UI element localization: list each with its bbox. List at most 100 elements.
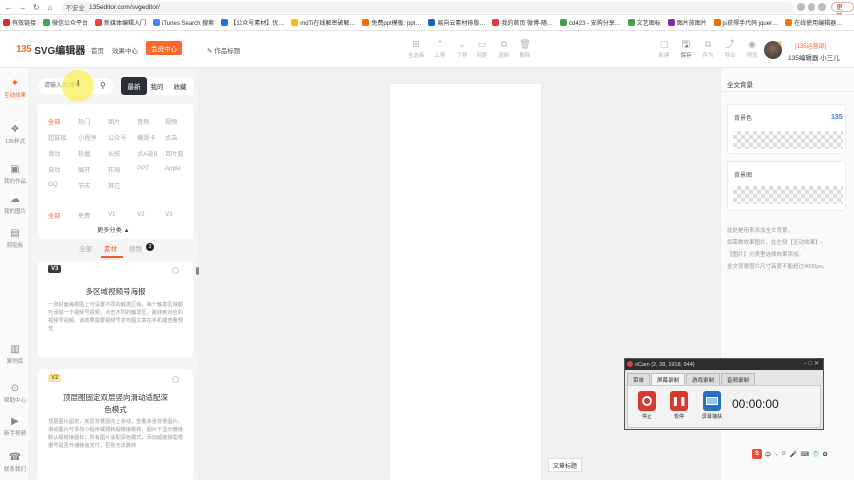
category-chip[interactable]: PPT [137, 165, 149, 172]
sogou-logo-icon[interactable]: S [752, 449, 762, 459]
rail-styles-135[interactable]: ❖ 135样式 [0, 124, 30, 145]
window-controls[interactable]: − □ ✕ [804, 360, 820, 367]
toolbar-spacing-button[interactable]: ▭ 间距 [471, 39, 493, 59]
category-chip[interactable]: 全部 [48, 117, 60, 126]
category-chip[interactable]: 横滑卡 [137, 133, 156, 142]
effect-card[interactable]: V2 顶层图固定双层竖向滑动适配深色模式 顶层图片固定，底层背景图向上滑动，查看多张… [38, 370, 193, 480]
search-icon[interactable]: ⚲ [100, 81, 106, 90]
subtab-video[interactable]: 视频 [129, 243, 142, 253]
work-title[interactable]: ✎ 作品标题 [207, 45, 240, 55]
category-chip[interactable]: 轮播 [78, 149, 90, 158]
back-arrow-icon[interactable]: ← [3, 2, 14, 13]
bookmark-item[interactable]: js获得手代码 jquer… [713, 18, 778, 27]
editor-canvas[interactable] [390, 84, 541, 480]
bookmark-item[interactable]: 免费ppt模板: ppt… [362, 18, 421, 27]
extension-icon[interactable] [807, 3, 816, 11]
new-button[interactable]: ▢ 新建 [653, 39, 675, 59]
vip-center-button[interactable]: 会员中心 [146, 41, 182, 55]
effect-card[interactable]: V3 多区域视频号海报 一张封面海报图上可设置不同的触发区域，每个触发区域都可添加一… [38, 261, 193, 357]
url-field[interactable]: 不安全 135editor.com/svgeditor/ [61, 1, 793, 13]
subtab-material[interactable]: 素材 [104, 243, 117, 253]
clock-icon[interactable] [172, 267, 179, 274]
home-icon[interactable]: ⌂ [45, 2, 56, 13]
bg-color-swatch[interactable] [733, 131, 843, 149]
extension-icon[interactable] [796, 3, 805, 11]
category-chip[interactable]: 点A返B [137, 149, 158, 158]
microphone-icon[interactable]: 🎤 [790, 451, 797, 458]
ocam-titlebar[interactable]: oCam (2, 38, 1918, 944) − □ ✕ [625, 359, 823, 370]
bookmark-item[interactable]: 我的首页 微博-随… [492, 18, 553, 27]
bookmark-item[interactable]: 有效链接 [3, 18, 36, 27]
chinese-mode-icon[interactable]: 中 [765, 450, 771, 459]
version-filter[interactable]: V3 [165, 211, 173, 218]
filter-latest[interactable]: 最新 [121, 77, 147, 95]
toolbar-move-down-button[interactable]: ⌄ 下移 [451, 39, 473, 59]
keyboard-icon[interactable]: ⌨ [800, 451, 809, 458]
category-chip[interactable]: 视频 [165, 117, 177, 126]
pause-button[interactable]: ❚❚ 暂停 [670, 391, 688, 420]
bookmark-item[interactable]: 图片放图片 [667, 18, 707, 27]
category-chip[interactable]: 长按 [108, 149, 120, 158]
rail-help-center[interactable]: ⊙ 帮助中心 [0, 383, 30, 404]
rail-interactive-effects[interactable]: ✦ 互动效果 [0, 78, 30, 99]
more-categories-toggle[interactable]: 更多分类 ▲ [97, 225, 130, 234]
category-chip[interactable]: 其它 [108, 181, 120, 190]
stop-button[interactable]: 停止 [638, 391, 656, 420]
rail-contact-us[interactable]: ☎ 联系我们 [0, 452, 30, 473]
category-chip[interactable]: 百叶窗 [165, 149, 184, 158]
category-chip[interactable]: 小程序 [78, 133, 97, 142]
forward-arrow-icon[interactable]: → [17, 2, 28, 13]
rail-case-library[interactable]: ▥ 案例库 [0, 344, 30, 365]
category-chip[interactable]: 图片 [108, 117, 120, 126]
bg-image-upload[interactable] [733, 186, 843, 204]
rail-my-works[interactable]: ▣ 我的作品 [0, 164, 30, 185]
version-filter[interactable]: 全部 [48, 211, 60, 220]
toolbar-move-up-button[interactable]: ⌃ 上移 [429, 39, 451, 59]
toolbar-delete-button[interactable]: 🗑 删除 [514, 39, 536, 59]
bookmark-item[interactable]: 易向云素材排版… [428, 18, 485, 27]
rail-clipboard[interactable]: ▤ 剪贴板 [0, 228, 30, 249]
skin-icon[interactable]: 👕 [812, 451, 819, 458]
category-chip[interactable]: 节庆 [78, 181, 90, 190]
category-chip[interactable]: 点击 [165, 133, 177, 142]
punctuation-icon[interactable]: ·, [774, 451, 778, 457]
category-chip[interactable]: GQ [48, 181, 58, 188]
user-name[interactable]: 135编辑器 小三儿 [788, 52, 840, 62]
bookmark-item[interactable]: 在线使用编辑器… [785, 18, 842, 27]
nav-effects-center[interactable]: 效果中心 [112, 45, 138, 55]
category-chip[interactable]: 自动 [48, 165, 60, 174]
toolbox-icon[interactable]: ✿ [822, 451, 827, 458]
category-chip[interactable]: 音频 [137, 117, 149, 126]
category-chip[interactable]: 公众号 [108, 133, 127, 142]
135-floating-logo[interactable]: 135 [831, 114, 843, 121]
version-filter[interactable]: V2 [137, 211, 145, 218]
category-chip[interactable]: 超链接 [48, 133, 67, 142]
clock-icon[interactable] [172, 376, 179, 383]
emoji-icon[interactable]: ☺ [781, 451, 787, 457]
version-filter[interactable]: V1 [108, 211, 116, 218]
bookmark-item[interactable]: 【公众号素材】优… [221, 18, 284, 27]
export-button[interactable]: ⤴ 导出 [719, 39, 741, 59]
subtab-all[interactable]: 全部 [79, 243, 92, 253]
app-logo[interactable]: 135 SVG编辑器 [16, 42, 85, 57]
category-chip[interactable]: 滑动 [48, 149, 60, 158]
bookmark-item[interactable]: 新媒体编辑入门 [95, 18, 146, 27]
profile-icon[interactable] [818, 3, 827, 11]
bookmark-item[interactable]: 微信公众平台 [43, 18, 88, 27]
bookmark-item[interactable]: mdTi在线解密破解… [291, 18, 355, 27]
filter-mine[interactable]: 我的 [147, 77, 167, 95]
toolbar-copy-button[interactable]: ⧉ 复制 [493, 39, 515, 59]
rail-tutorial-videos[interactable]: ▶ 新手视频 [0, 416, 30, 437]
category-chip[interactable]: 热门 [78, 117, 90, 126]
category-chip[interactable]: Apple [165, 165, 181, 172]
nav-home[interactable]: 首页 [91, 45, 104, 55]
reload-icon[interactable]: ↻ [31, 2, 42, 13]
save-as-button[interactable]: ⧉ 存为 [697, 39, 719, 59]
save-button[interactable]: 🖫 保存 [675, 39, 697, 59]
preview-button[interactable]: ◉ 预览 [741, 39, 763, 59]
bookmark-item[interactable]: 文艺图标 [627, 18, 661, 27]
rail-my-images[interactable]: ☁ 我的图片 [0, 194, 30, 215]
version-filter[interactable]: 免费 [78, 211, 90, 220]
toolbar-select-all-button[interactable]: ⊞ 全选画 [405, 39, 427, 59]
filter-favorites[interactable]: 收藏 [167, 77, 193, 95]
